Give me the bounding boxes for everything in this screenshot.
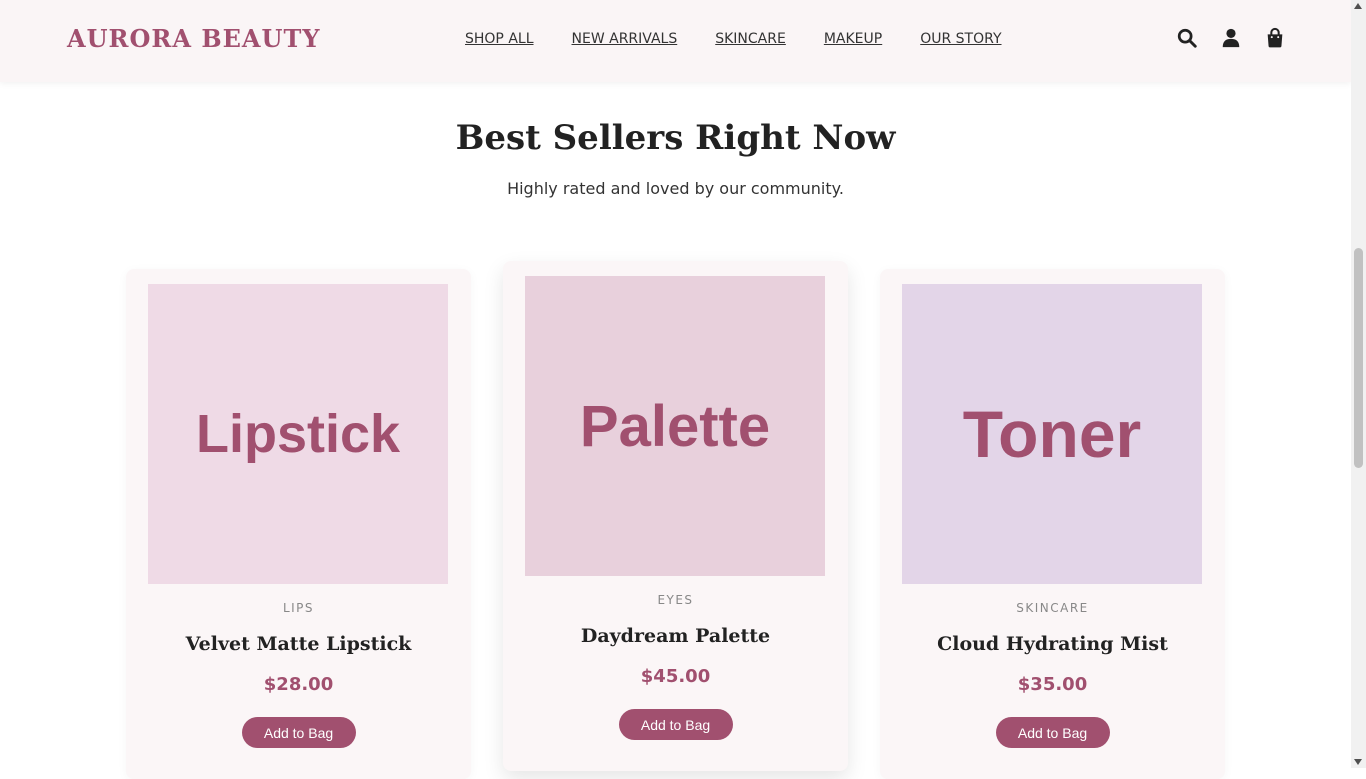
scroll-down-arrow-icon[interactable]: [1354, 759, 1362, 765]
product-card[interactable]: Toner SKINCARE Cloud Hydrating Mist $35.…: [880, 269, 1225, 779]
bag-icon[interactable]: [1264, 27, 1286, 49]
product-price: $45.00: [640, 666, 711, 687]
nav-our-story[interactable]: OUR STORY: [920, 31, 1001, 47]
product-image[interactable]: Palette: [525, 276, 825, 576]
product-image-text: Lipstick: [195, 404, 401, 464]
search-icon[interactable]: [1176, 27, 1198, 49]
product-category: LIPS: [282, 601, 315, 615]
brand-logo[interactable]: AURORA BEAUTY: [67, 24, 320, 53]
nav-makeup[interactable]: MAKEUP: [824, 31, 882, 47]
scrollbar-thumb[interactable]: [1354, 248, 1363, 468]
nav-new-arrivals[interactable]: NEW ARRIVALS: [572, 31, 678, 47]
product-category: EYES: [657, 593, 694, 607]
product-image[interactable]: Toner: [902, 284, 1202, 584]
site-header: AURORA BEAUTY SHOP ALL NEW ARRIVALS SKIN…: [0, 0, 1351, 82]
header-icons: [1176, 27, 1286, 49]
section-title: Best Sellers Right Now: [455, 118, 896, 158]
nav-skincare[interactable]: SKINCARE: [715, 31, 786, 47]
scroll-up-arrow-icon[interactable]: [1354, 3, 1362, 9]
product-name[interactable]: Cloud Hydrating Mist: [880, 633, 1225, 655]
vertical-scrollbar[interactable]: [1351, 0, 1366, 768]
nav-shop-all[interactable]: SHOP ALL: [465, 31, 534, 47]
add-to-bag-button[interactable]: Add to Bag: [995, 717, 1110, 748]
main-nav: SHOP ALL NEW ARRIVALS SKINCARE MAKEUP OU…: [465, 31, 1002, 47]
add-to-bag-button[interactable]: Add to Bag: [618, 709, 733, 740]
product-image-text: Palette: [579, 393, 771, 459]
product-name[interactable]: Daydream Palette: [503, 625, 848, 647]
account-icon[interactable]: [1220, 27, 1242, 49]
product-card[interactable]: Palette EYES Daydream Palette $45.00 Add…: [503, 261, 848, 771]
section-subtitle: Highly rated and loved by our community.: [507, 179, 844, 198]
product-category: SKINCARE: [1016, 601, 1089, 615]
product-price: $35.00: [1017, 674, 1088, 695]
product-name[interactable]: Velvet Matte Lipstick: [126, 633, 471, 655]
product-price: $28.00: [263, 674, 334, 695]
add-to-bag-button[interactable]: Add to Bag: [241, 717, 356, 748]
product-image[interactable]: Lipstick: [148, 284, 448, 584]
product-image-text: Toner: [962, 397, 1142, 471]
product-card[interactable]: Lipstick LIPS Velvet Matte Lipstick $28.…: [126, 269, 471, 779]
